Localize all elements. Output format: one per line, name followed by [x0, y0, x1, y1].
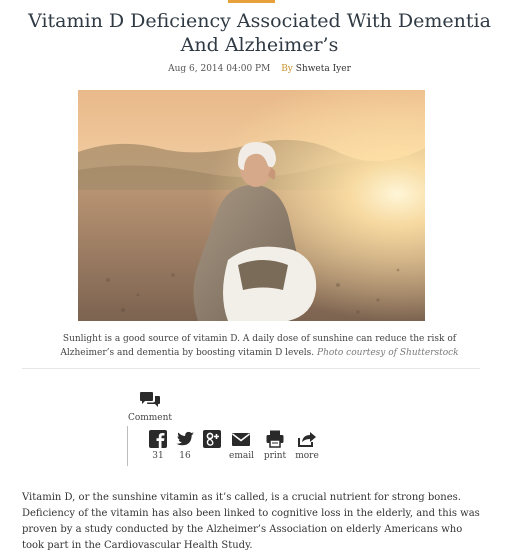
twitter-icon — [175, 429, 195, 449]
google-plus-icon — [202, 429, 222, 449]
hero-image — [78, 90, 425, 321]
byline-label: By — [281, 64, 293, 74]
facebook-icon — [147, 429, 169, 449]
print-button[interactable]: print — [263, 429, 287, 461]
article-meta: Aug 6, 2014 04:00 PM By Shweta Iyer — [0, 64, 519, 74]
facebook-count: 31 — [152, 451, 164, 461]
facebook-share-button[interactable]: 31 — [147, 429, 169, 461]
section-divider — [22, 368, 480, 369]
printer-icon — [263, 429, 287, 449]
publish-date: Aug 6, 2014 04:00 PM — [168, 64, 271, 74]
more-label: more — [295, 451, 319, 461]
more-share-button[interactable]: more — [295, 429, 319, 461]
share-divider — [127, 426, 128, 466]
twitter-count: 16 — [179, 451, 191, 461]
top-accent-bar — [228, 0, 275, 3]
email-label: email — [229, 451, 254, 461]
share-arrow-icon — [295, 429, 319, 449]
comment-label: Comment — [127, 413, 173, 423]
envelope-icon — [229, 429, 253, 449]
print-label: print — [263, 451, 287, 461]
article-title: Vitamin D Deficiency Associated With Dem… — [28, 10, 491, 56]
google-plus-share-button[interactable] — [202, 429, 222, 449]
article-body: Vitamin D, or the sunshine vitamin as it… — [22, 492, 480, 551]
image-caption: Sunlight is a good source of vitamin D. … — [40, 332, 479, 360]
author-link[interactable]: Shweta Iyer — [296, 64, 351, 74]
twitter-share-button[interactable]: 16 — [175, 429, 195, 461]
hero-photo — [78, 90, 425, 321]
comment-button[interactable]: Comment — [126, 391, 174, 423]
email-share-button[interactable]: email — [229, 429, 254, 461]
photo-credit: Photo courtesy of Shutterstock — [317, 348, 459, 358]
speech-bubbles-icon — [139, 392, 161, 412]
